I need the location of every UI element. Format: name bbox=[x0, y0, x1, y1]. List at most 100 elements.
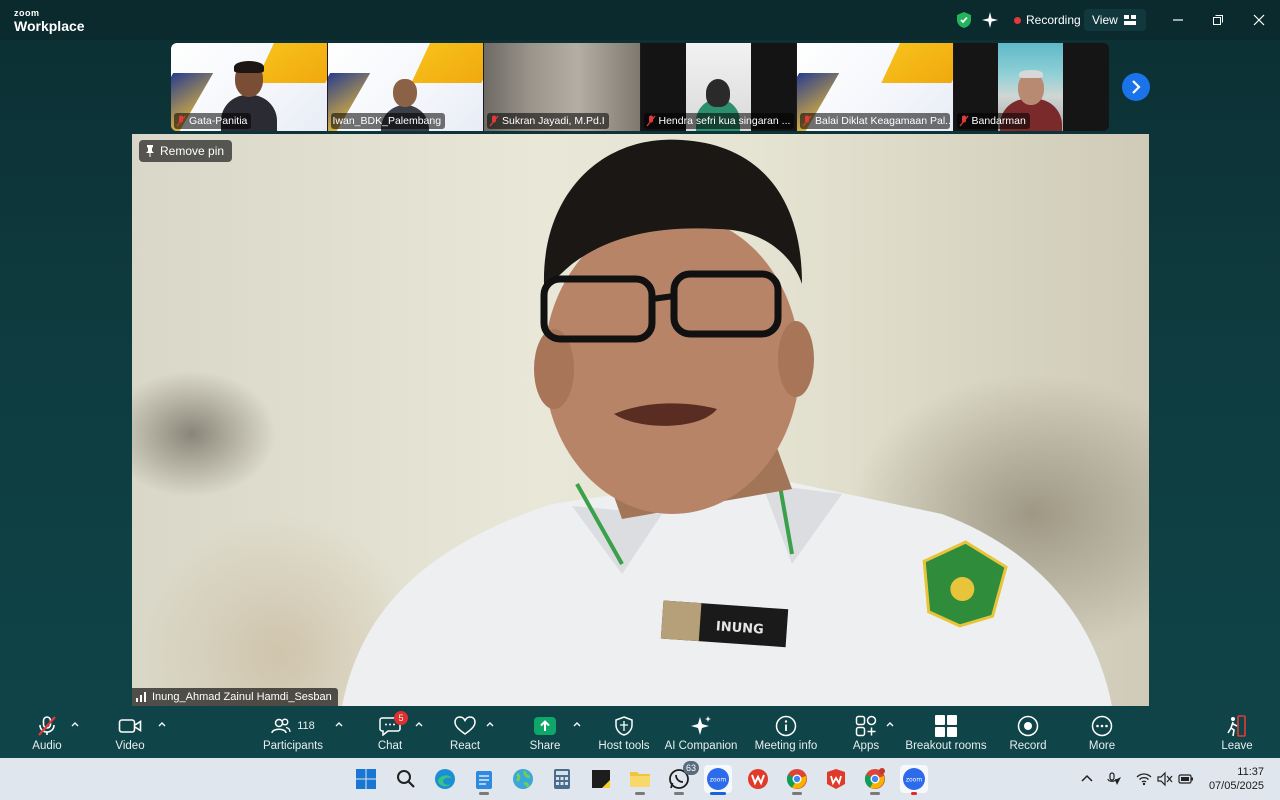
next-page-button[interactable] bbox=[1122, 73, 1150, 101]
audio-options-chevron-icon[interactable] bbox=[70, 720, 80, 728]
host-tools-button[interactable]: Host tools bbox=[597, 714, 651, 758]
share-button[interactable]: Share bbox=[528, 714, 562, 758]
mic-muted-icon bbox=[489, 115, 499, 127]
file-explorer-button[interactable] bbox=[626, 765, 654, 795]
participants-options-chevron-icon[interactable] bbox=[334, 720, 344, 728]
wifi-icon[interactable] bbox=[1136, 771, 1152, 787]
apps-options-chevron-icon[interactable] bbox=[885, 720, 895, 728]
leave-button[interactable]: Leave bbox=[1221, 714, 1253, 758]
zoom-app-icon: zoom bbox=[707, 768, 729, 790]
recording-indicator bbox=[911, 792, 917, 795]
signal-bars-icon bbox=[136, 692, 146, 702]
leave-icon bbox=[1227, 715, 1246, 737]
close-icon bbox=[1253, 14, 1265, 26]
view-button[interactable]: View bbox=[1084, 9, 1146, 31]
participants-button[interactable]: 118 Participants bbox=[262, 714, 324, 758]
zoom-app-icon: zoom bbox=[903, 768, 925, 790]
chrome-button[interactable] bbox=[783, 765, 811, 795]
participant-tile[interactable]: Iwan_BDK_Palembang bbox=[327, 43, 483, 131]
record-label: Record bbox=[1009, 740, 1047, 752]
mic-muted-icon bbox=[802, 115, 812, 127]
apps-button[interactable]: Apps bbox=[851, 714, 881, 758]
share-label: Share bbox=[529, 740, 561, 752]
participant-name: Balai Diklat Keagamaan Pal... bbox=[815, 115, 950, 127]
ai-companion-button[interactable]: AI Companion bbox=[664, 714, 738, 758]
breakout-rooms-button[interactable]: Breakout rooms bbox=[905, 714, 987, 758]
maps-button[interactable] bbox=[509, 765, 537, 793]
speaker-muted-icon[interactable] bbox=[1157, 771, 1173, 787]
chat-unread-badge: 5 bbox=[394, 711, 408, 725]
restore-icon bbox=[1213, 15, 1223, 25]
location-mic-icon[interactable] bbox=[1106, 771, 1122, 787]
wps-writer-button[interactable] bbox=[822, 765, 850, 793]
participant-name-tag: Hendra sefri kua singaran ... bbox=[643, 113, 794, 129]
react-options-chevron-icon[interactable] bbox=[485, 720, 495, 728]
calculator-icon bbox=[554, 769, 570, 789]
audio-button[interactable]: Audio bbox=[31, 714, 63, 758]
chevron-up-icon[interactable] bbox=[1079, 771, 1095, 787]
running-indicator bbox=[635, 792, 645, 795]
meeting-info-button[interactable]: Meeting info bbox=[752, 714, 820, 758]
more-button[interactable]: More bbox=[1086, 714, 1118, 758]
running-indicator bbox=[870, 792, 880, 795]
zoom-logo: zoom Workplace bbox=[14, 9, 85, 34]
leave-label: Leave bbox=[1221, 740, 1253, 752]
svg-text:zoom: zoom bbox=[906, 777, 922, 784]
start-button[interactable] bbox=[352, 765, 380, 793]
participant-name-tag: Sukran Jayadi, M.Pd.I bbox=[487, 113, 609, 129]
chrome-icon bbox=[786, 769, 807, 789]
ai-sparkle-icon[interactable] bbox=[982, 9, 1000, 31]
wps-office-button[interactable] bbox=[744, 765, 772, 793]
sticky-notes-button[interactable] bbox=[587, 765, 615, 793]
notepad-icon bbox=[476, 771, 492, 789]
whatsapp-button[interactable]: 63 bbox=[665, 761, 699, 795]
running-indicator bbox=[479, 792, 489, 795]
system-clock[interactable]: 11:37 07/05/2025 bbox=[1209, 765, 1264, 793]
participant-name-tag: Gata-Panitia bbox=[174, 113, 252, 129]
mic-muted-icon bbox=[176, 115, 186, 127]
minimize-icon bbox=[1173, 19, 1183, 21]
participant-tile[interactable]: Balai Diklat Keagamaan Pal... bbox=[797, 43, 953, 131]
breakout-rooms-icon bbox=[935, 715, 957, 737]
restore-button[interactable] bbox=[1207, 10, 1229, 30]
participant-tile[interactable]: Bandarman bbox=[953, 43, 1109, 131]
clock-date: 07/05/2025 bbox=[1208, 780, 1264, 792]
chrome-profile-button[interactable] bbox=[861, 765, 889, 795]
battery-icon[interactable] bbox=[1178, 771, 1194, 787]
participant-tile[interactable]: Sukran Jayadi, M.Pd.I bbox=[484, 43, 640, 131]
search-button[interactable] bbox=[392, 765, 420, 793]
zoom-taskbar-button[interactable]: zoom bbox=[704, 765, 732, 795]
host-tools-label: Host tools bbox=[598, 740, 650, 752]
remove-pin-button[interactable]: Remove pin bbox=[139, 140, 233, 162]
edge-browser-button[interactable] bbox=[431, 765, 459, 793]
recording-indicator[interactable]: Recording bbox=[1008, 9, 1089, 31]
security-shield-icon[interactable] bbox=[956, 9, 974, 31]
view-label: View bbox=[1092, 13, 1118, 27]
meeting-toolbar: Audio Video 118 Participants 5 Chat Reac… bbox=[0, 706, 1280, 758]
zoom-meeting-button[interactable]: zoom bbox=[900, 765, 928, 795]
record-icon bbox=[1017, 715, 1039, 737]
video-options-chevron-icon[interactable] bbox=[157, 720, 167, 728]
chrome-icon bbox=[864, 768, 885, 789]
participant-tile[interactable]: Gata-Panitia bbox=[171, 43, 327, 131]
minimize-button[interactable] bbox=[1167, 10, 1189, 30]
edge-icon bbox=[435, 769, 455, 789]
notepad-button[interactable] bbox=[470, 765, 498, 795]
participant-name: Bandarman bbox=[971, 115, 1026, 127]
chat-options-chevron-icon[interactable] bbox=[414, 720, 424, 728]
shield-icon bbox=[615, 716, 633, 736]
video-label: Video bbox=[115, 740, 145, 752]
search-icon bbox=[397, 770, 415, 788]
participant-tile[interactable]: Hendra sefri kua singaran ... bbox=[640, 43, 796, 131]
participant-name: Sukran Jayadi, M.Pd.I bbox=[502, 115, 605, 127]
chat-button[interactable]: 5 Chat bbox=[375, 711, 408, 758]
participant-name-tag: Iwan_BDK_Palembang bbox=[330, 113, 446, 129]
ai-sparkle-icon bbox=[691, 716, 711, 735]
record-button[interactable]: Record bbox=[1009, 714, 1047, 758]
close-button[interactable] bbox=[1248, 10, 1270, 30]
video-camera-icon bbox=[118, 719, 142, 733]
share-options-chevron-icon[interactable] bbox=[572, 720, 582, 728]
calculator-button[interactable] bbox=[548, 765, 576, 793]
video-button[interactable]: Video bbox=[114, 714, 146, 758]
react-button[interactable]: React bbox=[450, 714, 480, 758]
